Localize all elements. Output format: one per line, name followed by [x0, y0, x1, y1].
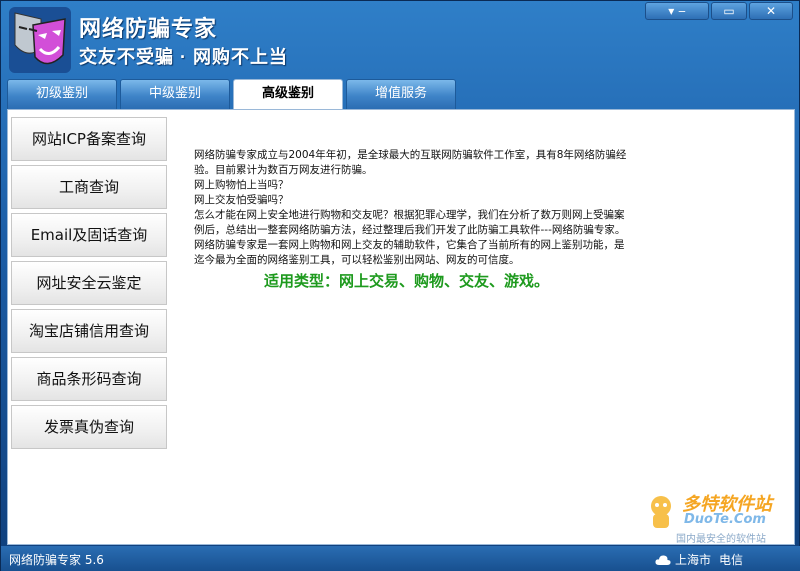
sidebar-item-email-phone-query[interactable]: Email及固话查询	[11, 213, 167, 257]
location-label: 上海市	[674, 553, 711, 567]
sidebar-item-business-query[interactable]: 工商查询	[11, 165, 167, 209]
tab-bar: 初级鉴别 中级鉴别 高级鉴别 增值服务	[7, 79, 456, 110]
sidebar-item-icp-query[interactable]: 网站ICP备案查询	[11, 117, 167, 161]
sidebar-item-taobao-credit[interactable]: 淘宝店铺信用查询	[11, 309, 167, 353]
description-text: 网络防骗专家成立与2004年年初，是全球最大的互联网防骗软件工作室，具有8年网络…	[194, 148, 634, 289]
main-panel: 网站ICP备案查询 工商查询 Email及固话查询 网址安全云鉴定 淘宝店铺信用…	[7, 109, 795, 545]
minimize-button[interactable]: ▾ ‒	[645, 2, 709, 20]
usage-types: 适用类型：网上交易、购物、交友、游戏。	[264, 272, 550, 290]
location-indicator: 上海市	[655, 551, 711, 568]
question-shopping: 网上购物怕上当吗？	[194, 179, 289, 191]
question-dating: 网上交友怕受骗吗？	[194, 194, 289, 206]
header: 网络防骗专家 交友不受骗 · 网购不上当 ▾ ‒ ▭ ✕	[1, 1, 800, 79]
tab-intermediate[interactable]: 中级鉴别	[120, 79, 230, 109]
maximize-button[interactable]: ▭	[711, 2, 747, 20]
mascot-icon	[651, 496, 671, 528]
app-window: 网络防骗专家 交友不受骗 · 网购不上当 ▾ ‒ ▭ ✕ 初级鉴别 中级鉴别 高…	[0, 0, 800, 571]
app-slogan: 交友不受骗 · 网购不上当	[79, 47, 288, 67]
sidebar-item-invoice-check[interactable]: 发票真伪查询	[11, 405, 167, 449]
sidebar-item-url-safety[interactable]: 网址安全云鉴定	[11, 261, 167, 305]
isp-label: 电信	[718, 553, 743, 567]
watermark: 多特软件站 DuoTe.Com 国内最安全的软件站	[646, 490, 786, 550]
sidebar: 网站ICP备案查询 工商查询 Email及固话查询 网址安全云鉴定 淘宝店铺信用…	[11, 117, 167, 453]
watermark-subtitle: 国内最安全的软件站	[676, 534, 766, 545]
close-button[interactable]: ✕	[749, 2, 793, 20]
status-bar: 网络防骗专家 5.6 上海市 电信	[1, 546, 800, 571]
intro-paragraph: 网络防骗专家成立与2004年年初，是全球最大的互联网防骗软件工作室，具有8年网络…	[194, 149, 627, 176]
feature-paragraph: 网络防骗专家是一套网上购物和网上交友的辅助软件，它集合了当前所有的网上鉴别功能，…	[194, 239, 625, 266]
watermark-site: DuoTe.Com	[684, 512, 766, 527]
sidebar-item-barcode-query[interactable]: 商品条形码查询	[11, 357, 167, 401]
tab-advanced[interactable]: 高级鉴别	[233, 79, 343, 110]
cloud-icon	[655, 554, 671, 565]
window-controls: ▾ ‒ ▭ ✕	[645, 2, 793, 20]
method-paragraph: 怎么才能在网上安全地进行购物和交友呢？根据犯罪心理学，我们在分析了数万则网上受骗…	[194, 209, 626, 236]
version-label: 网络防骗专家 5.6	[9, 553, 104, 567]
app-title: 网络防骗专家	[79, 16, 218, 41]
tab-value-added[interactable]: 增值服务	[346, 79, 456, 109]
theater-mask-logo-icon	[9, 7, 71, 73]
tab-basic[interactable]: 初级鉴别	[7, 79, 117, 109]
